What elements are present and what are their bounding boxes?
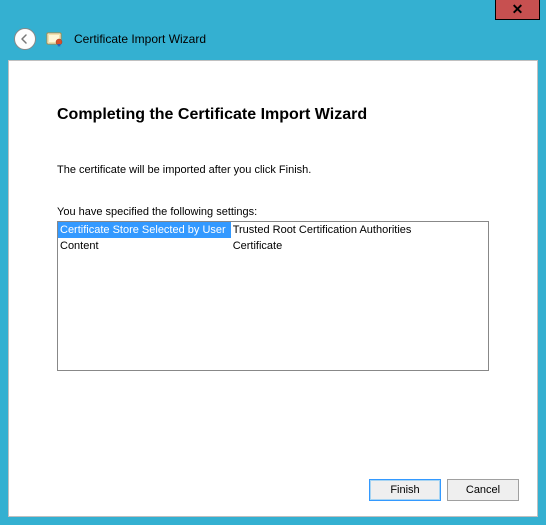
wizard-title: Certificate Import Wizard (74, 32, 206, 46)
page-heading: Completing the Certificate Import Wizard (57, 106, 489, 124)
setting-value: Certificate (231, 238, 417, 254)
settings-list[interactable]: Certificate Store Selected by UserTruste… (57, 221, 489, 371)
instruction-text: The certificate will be imported after y… (57, 164, 489, 176)
title-bar: ✕ (0, 0, 546, 23)
close-icon: ✕ (512, 1, 524, 17)
settings-label: You have specified the following setting… (57, 206, 489, 218)
table-row[interactable]: Certificate Store Selected by UserTruste… (58, 222, 416, 238)
back-button[interactable] (14, 28, 36, 50)
button-row: Finish Cancel (369, 479, 519, 501)
setting-value: Trusted Root Certification Authorities (231, 222, 417, 238)
certificate-wizard-icon (46, 30, 64, 48)
back-arrow-icon (19, 33, 31, 45)
close-button[interactable]: ✕ (495, 0, 540, 20)
finish-button[interactable]: Finish (369, 479, 441, 501)
setting-key: Content (58, 238, 231, 254)
cancel-button[interactable]: Cancel (447, 479, 519, 501)
wizard-header: Certificate Import Wizard (0, 23, 546, 55)
table-row[interactable]: ContentCertificate (58, 238, 416, 254)
wizard-panel: Completing the Certificate Import Wizard… (8, 60, 538, 517)
setting-key: Certificate Store Selected by User (58, 222, 231, 238)
